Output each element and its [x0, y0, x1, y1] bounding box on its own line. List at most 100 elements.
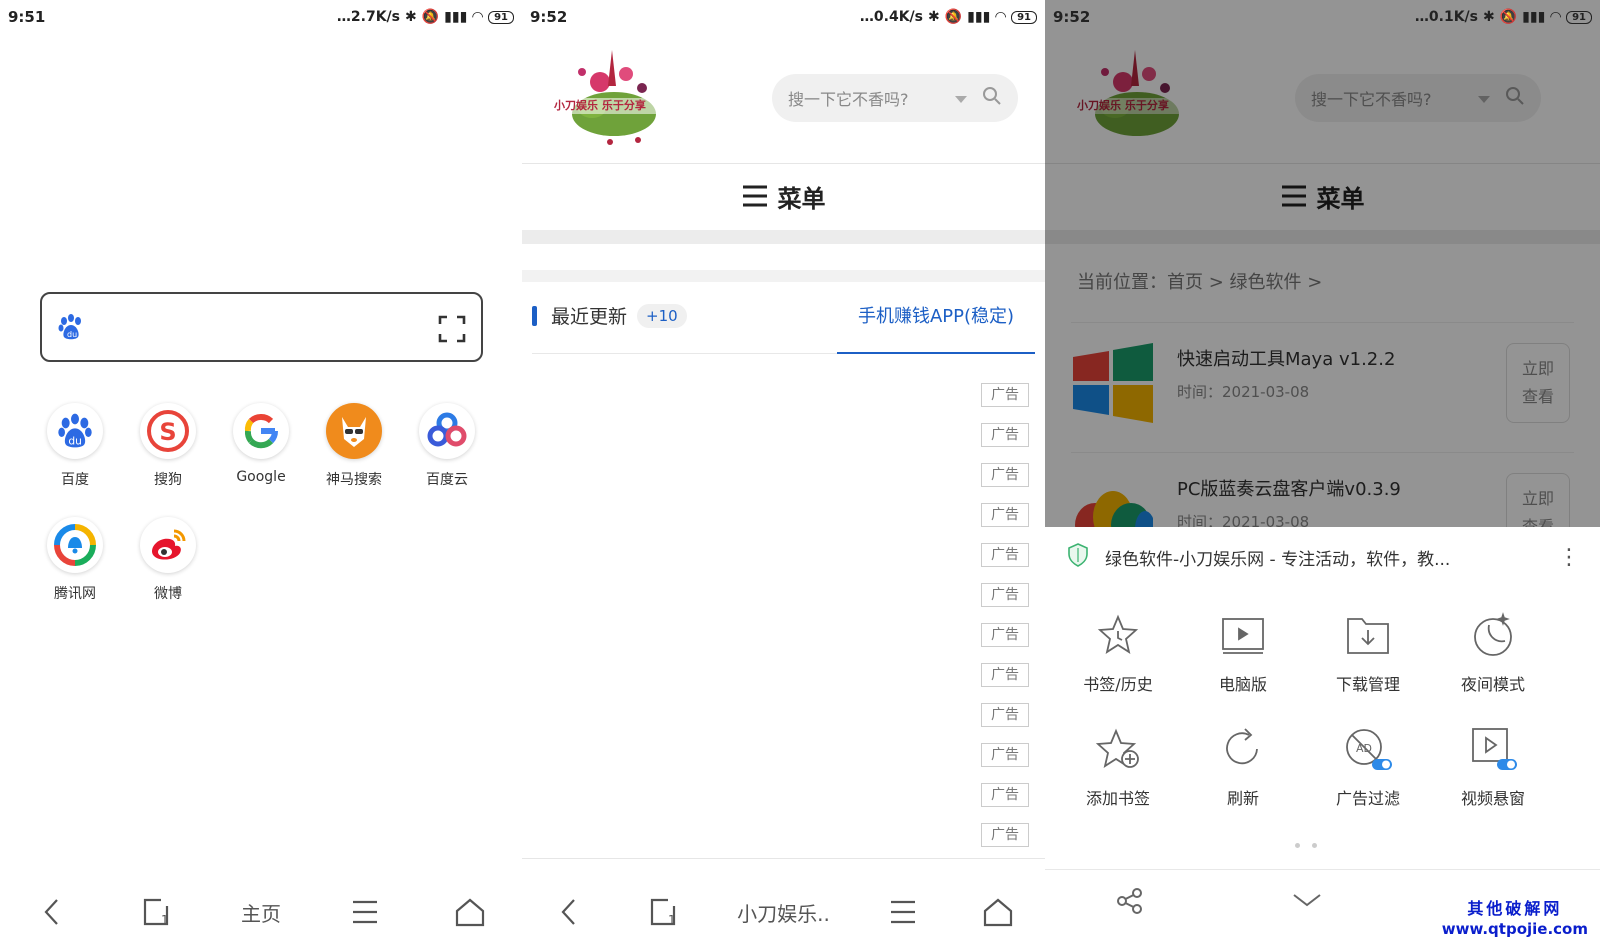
page-title-button[interactable]: 小刀娱乐.. [728, 887, 838, 937]
ad-label[interactable]: 广告 [981, 463, 1029, 487]
ad-label[interactable]: 广告 [981, 703, 1029, 727]
scan-icon[interactable] [437, 314, 467, 348]
tabs-icon: 1 [143, 898, 169, 927]
site-search-input[interactable]: 搜一下它不香吗? [772, 74, 1018, 122]
baidu-paw-icon: du [56, 312, 86, 346]
collapse-chevron-icon[interactable] [1291, 890, 1323, 914]
ad-label[interactable]: 广告 [981, 383, 1029, 407]
sogou-icon: S [140, 403, 196, 459]
logo-text: 小刀娱乐 乐于分享 [554, 99, 646, 112]
back-arrow-icon [561, 899, 576, 925]
status-time: 9:52 [530, 8, 568, 26]
tab-recent-label: 最近更新 [551, 306, 628, 328]
status-bar: 9:52 …0.4K/s ✱ 🔕 ▮▮▮ ◠ 91 [522, 0, 1045, 34]
home-button[interactable] [440, 887, 500, 937]
moon-icon [1433, 607, 1553, 663]
ad-label[interactable]: 广告 [981, 543, 1029, 567]
menu-item-video-float[interactable]: 视频悬窗 [1433, 721, 1553, 809]
shortcut-weibo[interactable]: 微博 [123, 517, 213, 603]
battery-icon: 91 [1011, 10, 1037, 24]
page-bottom-divider [522, 858, 1045, 859]
home-icon [455, 898, 484, 927]
watermark: 其他破解网 www.qtpojie.com [1441, 899, 1588, 938]
menu-item-refresh[interactable]: 刷新 [1183, 721, 1303, 809]
home-button[interactable] [968, 887, 1028, 937]
home-page-label-button[interactable]: 主页 [231, 887, 291, 937]
header-divider [522, 163, 1045, 164]
ad-label[interactable]: 广告 [981, 623, 1029, 647]
tab-recent-updates[interactable]: 最近更新 +10 [532, 302, 687, 329]
ad-label[interactable]: 广告 [981, 743, 1029, 767]
sheet-header: 绿色软件-小刀娱乐网 - 专注活动，软件，教... ⋮ [1067, 539, 1580, 575]
shortcut-shenma[interactable]: 神马搜索 [309, 403, 399, 489]
desktop-icon [1183, 607, 1303, 663]
ad-label[interactable]: 广告 [981, 663, 1029, 687]
browser-home-screen: 9:51 …2.7K/s ✱ 🔕 ▮▮▮ ◠ 91 du du 百度 S 搜狗 [0, 0, 522, 948]
site-logo[interactable]: 小刀娱乐 乐于分享 [552, 42, 672, 152]
svg-text:du: du [67, 330, 77, 339]
share-icon[interactable] [1115, 886, 1145, 920]
menu-item-bookmarks-history[interactable]: 书签/历史 [1058, 607, 1178, 695]
site-menu-toggle[interactable]: 菜单 [522, 166, 1045, 226]
wifi-icon: ◠ [472, 9, 484, 25]
browser-website-page: 9:52 …0.4K/s ✱ 🔕 ▮▮▮ ◠ 91 小刀娱乐 乐于分享 搜一下它… [522, 0, 1045, 948]
battery-icon: 91 [1566, 10, 1592, 24]
dropdown-caret-icon[interactable] [954, 89, 968, 108]
add-star-icon [1058, 721, 1178, 777]
shortcut-tencent[interactable]: 腾讯网 [30, 517, 120, 603]
home-icon [983, 898, 1012, 927]
dim-overlay[interactable] [1045, 0, 1600, 527]
tab-money-apps[interactable]: 手机赚钱APP(稳定) [837, 288, 1035, 354]
svg-text:1: 1 [668, 913, 676, 927]
shortcut-baidu[interactable]: du 百度 [30, 403, 120, 489]
page-title: 绿色软件-小刀娱乐网 - 专注活动，软件，教... [1105, 549, 1451, 570]
status-time: 9:51 [8, 8, 46, 26]
menu-item-add-bookmark[interactable]: 添加书签 [1058, 721, 1178, 809]
ad-label[interactable]: 广告 [981, 423, 1029, 447]
content-tabs: 最近更新 +10 手机赚钱APP(稳定) [532, 288, 1035, 354]
menu-button[interactable] [335, 887, 395, 937]
ad-label[interactable]: 广告 [981, 783, 1029, 807]
ad-label[interactable]: 广告 [981, 503, 1029, 527]
video-float-icon [1433, 721, 1553, 777]
recent-count-badge: +10 [637, 303, 687, 328]
more-options-icon[interactable]: ⋮ [1558, 545, 1580, 570]
mute-bell-icon: 🔕 [1499, 9, 1518, 25]
back-button[interactable] [22, 887, 82, 937]
page-indicator [1295, 843, 1317, 848]
tabs-button[interactable]: 1 [127, 887, 187, 937]
shortcut-baiduyun[interactable]: 百度云 [402, 403, 492, 489]
ad-label[interactable]: 广告 [981, 583, 1029, 607]
menu-label: 菜单 [777, 184, 826, 213]
bluetooth-icon: ✱ [405, 9, 417, 25]
shortcut-google[interactable]: Google [216, 403, 306, 485]
svg-text:du: du [68, 434, 82, 447]
google-icon [233, 403, 289, 459]
back-button[interactable] [539, 887, 599, 937]
tab-marker [532, 305, 537, 326]
bluetooth-icon: ✱ [1483, 9, 1495, 25]
network-speed: …2.7K/s [336, 9, 400, 25]
menu-item-night-mode[interactable]: 夜间模式 [1433, 607, 1553, 695]
menu-item-ad-filter[interactable]: AD 广告过滤 [1308, 721, 1428, 809]
wifi-icon: ◠ [1550, 9, 1562, 25]
menu-item-download-manager[interactable]: 下载管理 [1308, 607, 1428, 695]
menu-button[interactable] [873, 887, 933, 937]
shortcut-sogou[interactable]: S 搜狗 [123, 403, 213, 489]
mute-bell-icon: 🔕 [421, 9, 440, 25]
weibo-icon [140, 517, 196, 573]
shenma-icon [326, 403, 382, 459]
svg-text:1: 1 [161, 913, 169, 927]
browser-menu-sheet-screen: 9:52 …0.1K/s ✱ 🔕 ▮▮▮ ◠ 91 小刀娱乐 乐于分享 搜一下它… [1045, 0, 1600, 948]
search-icon[interactable] [982, 86, 1002, 110]
tabs-button[interactable]: 1 [634, 887, 694, 937]
sheet-bottom-bar: 其他破解网 www.qtpojie.com [1045, 872, 1600, 948]
menu-item-desktop-version[interactable]: 电脑版 [1183, 607, 1303, 695]
network-speed: …0.1K/s [1414, 9, 1478, 25]
tencent-icon [47, 517, 103, 573]
ad-label[interactable]: 广告 [981, 823, 1029, 847]
search-input[interactable]: du [40, 292, 483, 362]
bookmark-star-icon [1058, 607, 1178, 663]
security-shield-icon [1067, 542, 1089, 572]
mute-bell-icon: 🔕 [944, 9, 963, 25]
